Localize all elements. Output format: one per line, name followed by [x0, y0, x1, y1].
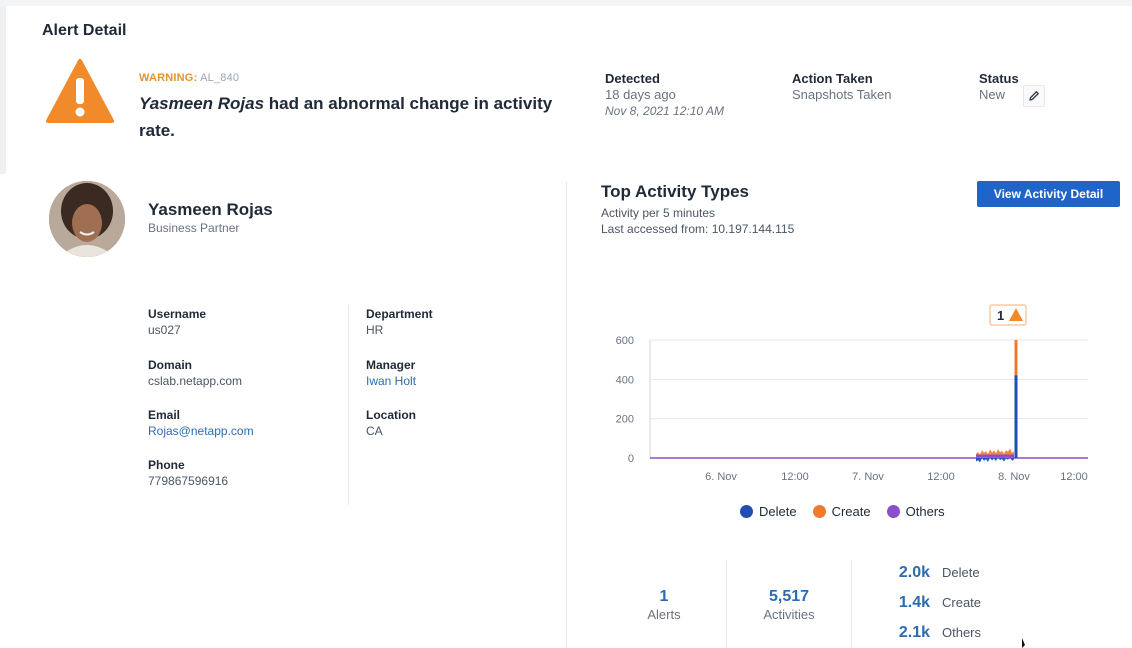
domain-value: cslab.netapp.com	[148, 374, 243, 388]
legend-item-others[interactable]: Others	[886, 504, 945, 519]
x-tick-5: 12:00	[1060, 471, 1088, 483]
breakdown-delete-value: 2.0k	[898, 564, 930, 581]
activity-title: Top Activity Types	[601, 182, 749, 201]
chart-legend: Delete Create Others	[740, 504, 945, 519]
edit-status-button[interactable]	[1023, 85, 1045, 107]
username-value: us027	[148, 323, 181, 337]
activities-count[interactable]: 5,517	[739, 588, 839, 606]
email-label: Email	[148, 408, 181, 422]
legend-label-others: Others	[905, 504, 945, 519]
location-field: Location CA	[366, 407, 416, 439]
department-field: Department HR	[366, 306, 433, 338]
alert-severity: WARNING:	[139, 72, 198, 84]
y-tick-600: 600	[616, 335, 634, 347]
status-block: Status New	[979, 71, 1019, 103]
x-tick-1: 12:00	[781, 471, 809, 483]
username-label: Username	[148, 307, 207, 321]
spike-delete	[1014, 375, 1018, 458]
profile-role: Business Partner	[148, 221, 240, 235]
y-tick-0: 0	[628, 453, 634, 465]
breakdown-delete-label: Delete	[942, 565, 980, 580]
detected-relative: 18 days ago	[605, 87, 676, 102]
action-label: Action Taken	[792, 71, 873, 86]
username-field: Username us027	[148, 306, 206, 338]
breakdown-others: 2.1k Others	[890, 624, 981, 642]
department-value: HR	[366, 323, 384, 337]
domain-label: Domain	[148, 358, 193, 372]
legend-label-create: Create	[831, 504, 871, 519]
activity-subtitle: Activity per 5 minutes	[601, 206, 716, 220]
alert-id-label: WARNING: AL_840	[139, 72, 239, 84]
x-tick-4: 8. Nov	[998, 471, 1030, 483]
status-label: Status	[979, 71, 1019, 86]
window-left-strip	[0, 6, 6, 174]
department-label: Department	[366, 307, 433, 321]
alert-marker-box	[989, 304, 1027, 326]
profile-column-divider	[348, 305, 349, 505]
manager-link[interactable]: Iwan Holt	[366, 373, 416, 389]
stat-divider-2	[851, 560, 852, 648]
avatar	[49, 181, 125, 257]
phone-value: 779867596916	[148, 474, 229, 488]
breakdown-create-label: Create	[942, 595, 982, 610]
section-divider	[566, 182, 567, 648]
location-value: CA	[366, 424, 383, 438]
x-tick-2: 7. Nov	[852, 471, 884, 483]
breakdown-others-value: 2.1k	[898, 624, 930, 641]
detected-date: Nov 8, 2021 12:10 AM	[605, 104, 724, 118]
alert-user: Yasmeen Rojas	[139, 94, 265, 113]
detected-block: Detected 18 days ago Nov 8, 2021 12:10 A…	[605, 71, 724, 119]
alerts-count[interactable]: 1	[614, 588, 714, 606]
pencil-icon	[1029, 91, 1039, 101]
page-title: Alert Detail	[42, 22, 127, 39]
warning-icon	[46, 59, 114, 123]
legend-dot-delete	[740, 505, 753, 518]
user-photo-icon	[49, 181, 125, 257]
breakdown-create: 1.4k Create	[890, 594, 981, 612]
window-top-strip	[0, 0, 1132, 6]
legend-dot-others	[886, 505, 900, 518]
legend-item-create[interactable]: Create	[812, 504, 871, 519]
phone-field: Phone 779867596916	[148, 457, 228, 489]
phone-label: Phone	[148, 458, 185, 472]
activities-label: Activities	[763, 607, 815, 622]
profile-name: Yasmeen Rojas	[148, 200, 273, 219]
manager-field: Manager Iwan Holt	[366, 357, 416, 389]
last-accessed: Last accessed from: 10.197.144.115	[601, 222, 795, 236]
alerts-label: Alerts	[647, 607, 681, 622]
manager-label: Manager	[366, 358, 416, 372]
location-label: Location	[366, 408, 416, 422]
action-block: Action Taken Snapshots Taken	[792, 71, 892, 103]
view-activity-detail-button[interactable]: View Activity Detail	[977, 181, 1120, 207]
alert-id: AL_840	[200, 72, 240, 84]
email-link[interactable]: Rojas@netapp.com	[148, 423, 254, 439]
breakdown-delete: 2.0k Delete	[890, 564, 980, 582]
breakdown-create-value: 1.4k	[898, 594, 930, 611]
stat-divider-1	[726, 560, 727, 648]
x-tick-0: 6. Nov	[705, 471, 737, 483]
legend-item-delete[interactable]: Delete	[740, 504, 797, 519]
detected-label: Detected	[605, 71, 660, 86]
legend-dot-create	[812, 505, 826, 518]
status-value: New	[979, 87, 1006, 102]
domain-field: Domain cslab.netapp.com	[148, 357, 242, 389]
alert-marker-count: 1	[997, 308, 1004, 323]
alert-message: Yasmeen Rojas had an abnormal change in …	[139, 90, 569, 144]
x-tick-3: 12:00	[927, 471, 955, 483]
y-tick-400: 400	[616, 374, 634, 386]
activity-chart: 0 200 400 600 6. Nov 12:00 7. Nov 12:00 8. Nov 12…	[616, 304, 1088, 483]
legend-label-delete: Delete	[759, 504, 797, 519]
y-tick-200: 200	[616, 414, 634, 426]
breakdown-others-label: Others	[942, 625, 982, 640]
email-field: Email Rojas@netapp.com	[148, 407, 254, 439]
action-value: Snapshots Taken	[792, 87, 892, 102]
mouse-cursor-icon	[1022, 638, 1025, 648]
